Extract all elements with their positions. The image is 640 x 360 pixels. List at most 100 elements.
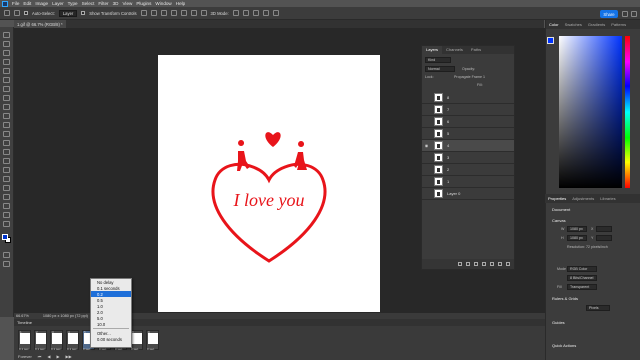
tab-libraries[interactable]: Libraries: [597, 196, 618, 201]
frame-tool-icon[interactable]: [3, 77, 10, 83]
adjustment-layer-icon[interactable]: [482, 262, 486, 266]
orbit-icon[interactable]: [232, 10, 239, 16]
auto-select-checkbox[interactable]: [24, 11, 28, 15]
blur-tool-icon[interactable]: [3, 149, 10, 155]
hand-tool-icon[interactable]: [3, 203, 10, 209]
pen-tool-icon[interactable]: [3, 167, 10, 173]
ruler-units-dropdown[interactable]: Pixels: [586, 305, 610, 311]
tab-gradients[interactable]: Gradients: [585, 22, 608, 27]
play-icon[interactable]: ▶: [56, 354, 59, 359]
x-field[interactable]: [596, 226, 612, 232]
timeline-frame[interactable]: 2 0.1 sec.: [34, 330, 47, 351]
screen-mode-icon[interactable]: [3, 261, 10, 267]
frame-delay-dropdown[interactable]: 0 sec.: [131, 347, 139, 351]
delete-layer-icon[interactable]: [506, 262, 510, 266]
frame-delay-dropdown[interactable]: 0.1 sec.: [19, 347, 30, 351]
frame-delay-dropdown[interactable]: 0.1 sec.: [35, 347, 46, 351]
more-tools-icon[interactable]: [3, 221, 10, 227]
delay-option[interactable]: 0.00 seconds: [91, 336, 131, 342]
tab-layers[interactable]: Layers: [422, 46, 443, 54]
auto-select-dropdown[interactable]: Layer: [58, 9, 78, 17]
zoom-tool-icon[interactable]: [3, 212, 10, 218]
home-icon[interactable]: [4, 10, 10, 16]
align-middle-icon[interactable]: [180, 10, 187, 16]
document-tab[interactable]: 1.gif @ 66.7% (RGB/8) *: [14, 20, 66, 28]
color-field[interactable]: [559, 36, 622, 188]
foreground-color-swatch[interactable]: [2, 234, 8, 240]
menu-3d[interactable]: 3D: [113, 1, 119, 6]
layer-row[interactable]: 2: [422, 164, 514, 176]
new-group-icon[interactable]: [490, 262, 494, 266]
dodge-tool-icon[interactable]: [3, 158, 10, 164]
layer-row[interactable]: 3: [422, 152, 514, 164]
timeline-frame[interactable]: 1 0.1 sec.: [18, 330, 31, 351]
search-icon[interactable]: [622, 11, 628, 17]
first-frame-icon[interactable]: ⏮: [38, 354, 42, 359]
eraser-tool-icon[interactable]: [3, 131, 10, 137]
height-field[interactable]: 1080 px: [567, 235, 587, 241]
menu-edit[interactable]: Edit: [23, 1, 31, 6]
fill-dropdown[interactable]: Transparent: [567, 284, 597, 290]
tab-swatches[interactable]: Swatches: [562, 22, 585, 27]
frame-delay-dropdown[interactable]: 0.1 sec.: [51, 347, 62, 351]
timeline-frame[interactable]: 9 0 sec.: [146, 330, 159, 351]
menu-type[interactable]: Type: [68, 1, 78, 6]
tab-properties[interactable]: Properties: [545, 196, 569, 201]
crop-tool-icon[interactable]: [3, 68, 10, 74]
blend-mode-dropdown[interactable]: Normal: [425, 66, 455, 72]
add-mask-icon[interactable]: [474, 262, 478, 266]
width-field[interactable]: 1080 px: [567, 226, 587, 232]
workspace-icon[interactable]: [631, 11, 637, 17]
menu-filter[interactable]: Filter: [98, 1, 108, 6]
layer-row[interactable]: 5: [422, 128, 514, 140]
tab-adjustments[interactable]: Adjustments: [569, 196, 597, 201]
loop-dropdown[interactable]: Forever: [18, 354, 32, 359]
eyedropper-tool-icon[interactable]: [3, 86, 10, 92]
layer-row[interactable]: 8: [422, 92, 514, 104]
frame-delay-dropdown[interactable]: 0 sec.: [147, 347, 155, 351]
marquee-tool-icon[interactable]: [3, 41, 10, 47]
color-panel-foreground[interactable]: [547, 37, 554, 44]
clone-stamp-tool-icon[interactable]: [3, 113, 10, 119]
layer-row[interactable]: 6: [422, 116, 514, 128]
menu-file[interactable]: File: [12, 1, 19, 6]
timeline-frame[interactable]: 4 0.1 sec.: [66, 330, 79, 351]
bit-depth-dropdown[interactable]: 8 Bits/Channel: [567, 275, 597, 281]
align-right-icon[interactable]: [160, 10, 167, 16]
history-brush-tool-icon[interactable]: [3, 122, 10, 128]
layer-row[interactable]: 7: [422, 104, 514, 116]
layer-row[interactable]: Layer 0: [422, 188, 514, 200]
tab-patterns[interactable]: Patterns: [608, 22, 629, 27]
menu-layer[interactable]: Layer: [52, 1, 64, 6]
share-button[interactable]: Share: [600, 10, 618, 18]
frame-delay-dropdown[interactable]: 0.1 sec.: [67, 347, 78, 351]
layer-style-icon[interactable]: [466, 262, 470, 266]
menu-plugins[interactable]: Plugins: [136, 1, 151, 6]
brush-tool-icon[interactable]: [3, 104, 10, 110]
timeline-frame[interactable]: 3 0.1 sec.: [50, 330, 63, 351]
align-bottom-icon[interactable]: [190, 10, 197, 16]
scale-icon[interactable]: [272, 10, 279, 16]
roll-icon[interactable]: [242, 10, 249, 16]
type-tool-icon[interactable]: [3, 176, 10, 182]
document-canvas[interactable]: I love you: [158, 55, 380, 312]
rectangle-tool-icon[interactable]: [3, 194, 10, 200]
delay-option[interactable]: 10.0: [91, 321, 131, 327]
prev-frame-icon[interactable]: ◀: [47, 354, 50, 359]
visibility-eye-icon[interactable]: ◉: [422, 143, 431, 148]
pan-icon[interactable]: [252, 10, 259, 16]
distribute-icon[interactable]: [200, 10, 207, 16]
new-layer-icon[interactable]: [498, 262, 502, 266]
align-left-icon[interactable]: [140, 10, 147, 16]
tab-color[interactable]: Color: [546, 22, 562, 27]
layer-row[interactable]: 1: [422, 176, 514, 188]
healing-brush-tool-icon[interactable]: [3, 95, 10, 101]
lasso-tool-icon[interactable]: [3, 50, 10, 56]
mode-dropdown[interactable]: RGB Color: [567, 266, 597, 272]
hue-slider[interactable]: [625, 36, 630, 188]
layer-filter-kind[interactable]: Kind: [425, 57, 451, 63]
tab-paths[interactable]: Paths: [467, 46, 485, 54]
quick-select-tool-icon[interactable]: [3, 59, 10, 65]
align-top-icon[interactable]: [170, 10, 177, 16]
menu-help[interactable]: Help: [176, 1, 185, 6]
